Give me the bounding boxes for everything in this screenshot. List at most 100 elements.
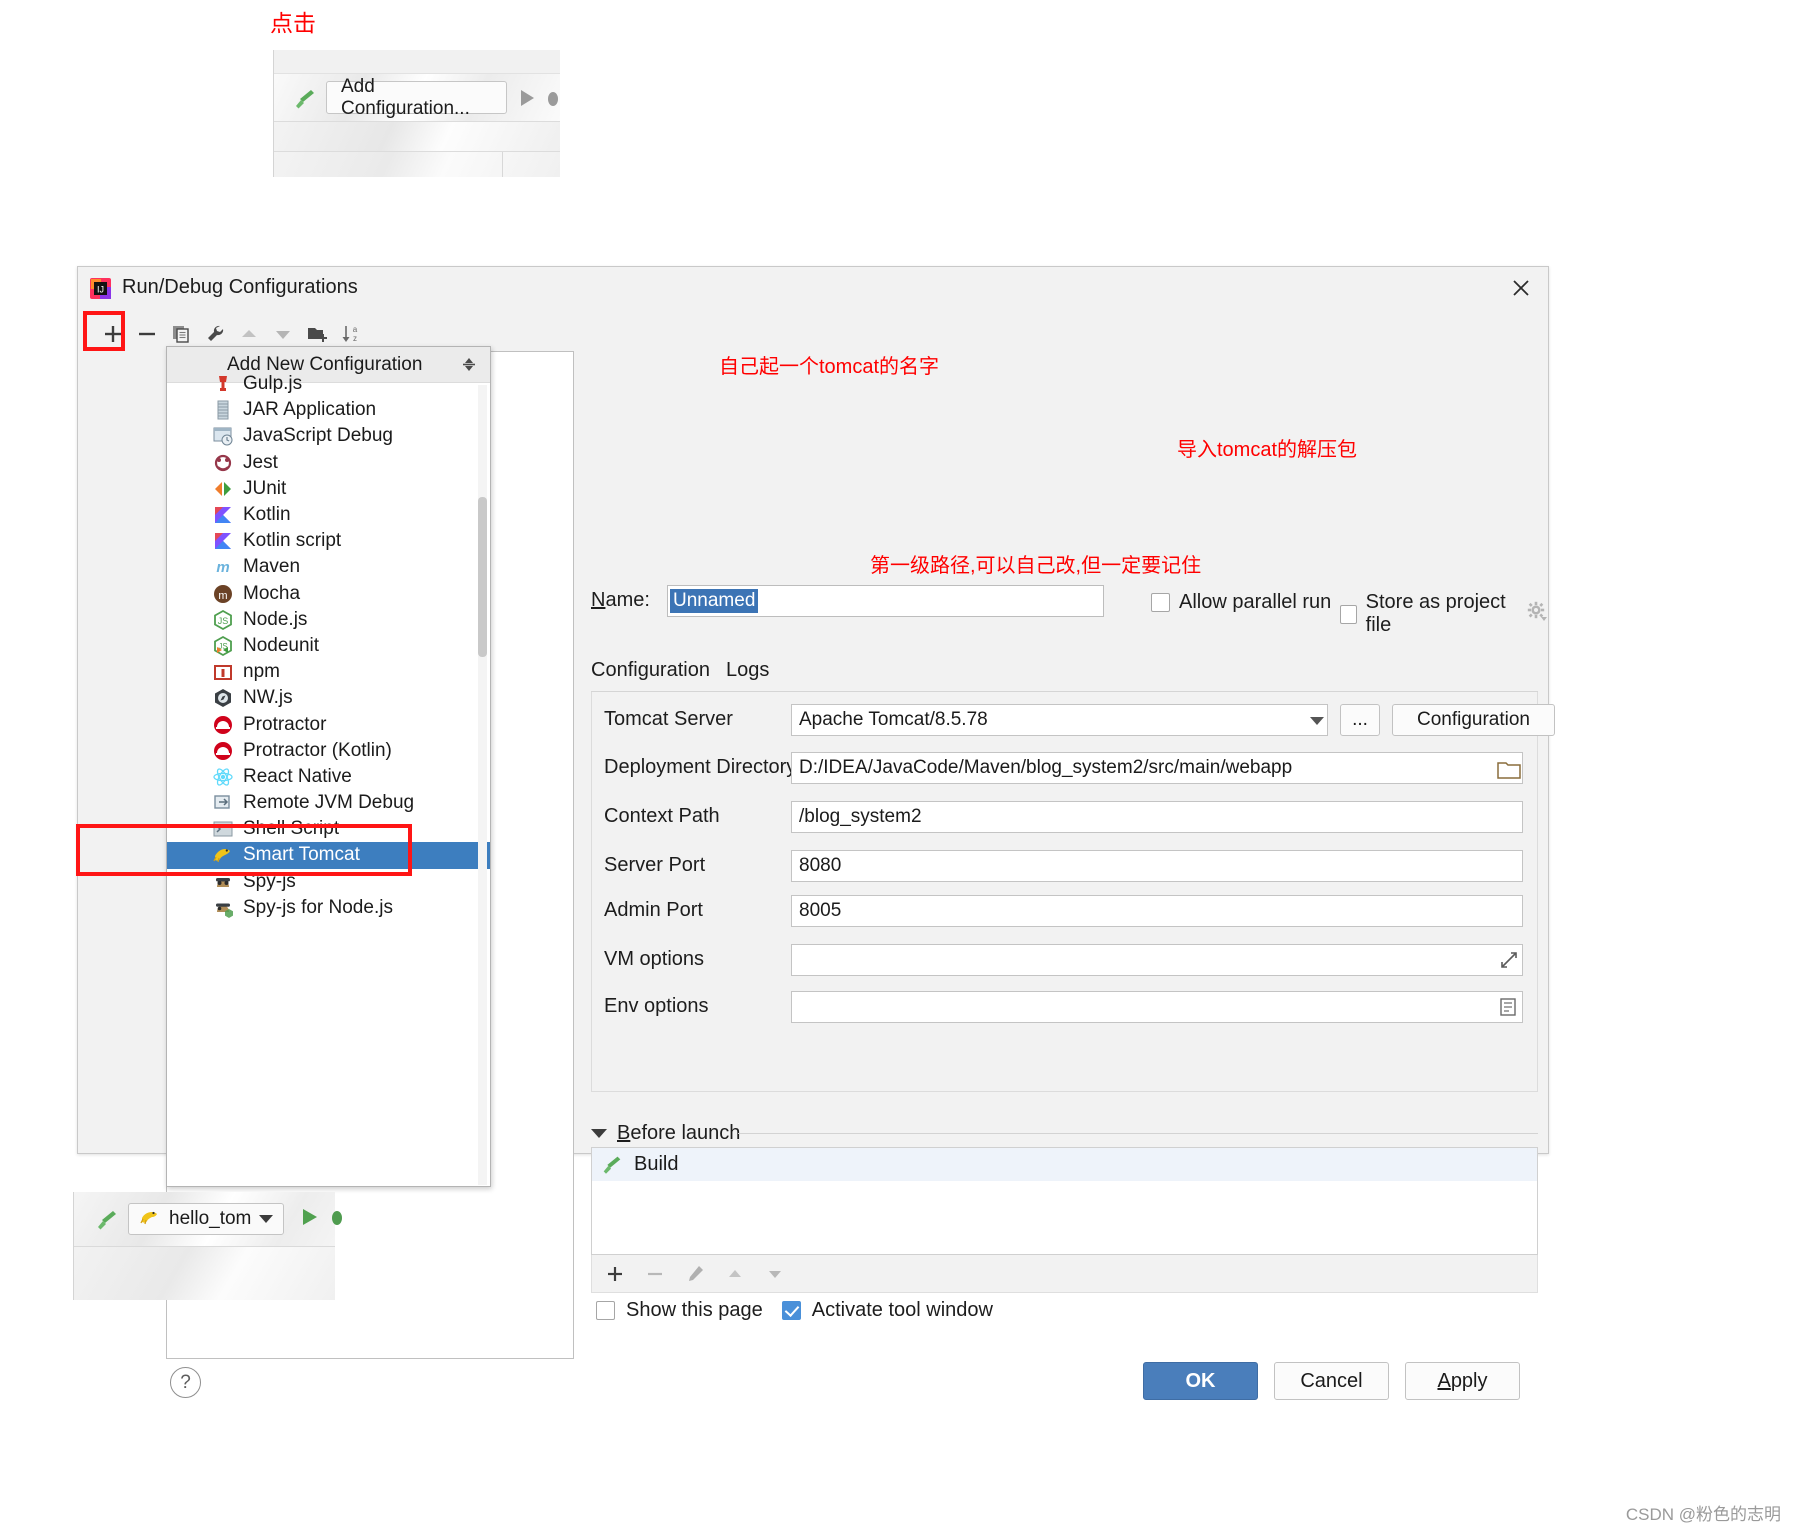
chevron-down-icon[interactable] bbox=[1310, 717, 1324, 725]
cancel-button[interactable]: Cancel bbox=[1274, 1362, 1389, 1400]
dialog-title-bar: IJ Run/Debug Configurations bbox=[78, 267, 1548, 309]
toolbar-band-top bbox=[274, 50, 560, 74]
add-configuration-button[interactable]: Add Configuration... bbox=[326, 76, 507, 119]
configuration-type-item[interactable]: NW.js bbox=[167, 685, 490, 711]
activate-tool-window-checkbox[interactable] bbox=[781, 1301, 801, 1320]
hammer-icon bbox=[94, 1206, 120, 1232]
configuration-type-label: JavaScript Debug bbox=[243, 425, 393, 447]
configuration-type-item[interactable]: JAR Application bbox=[167, 397, 490, 423]
configuration-type-item[interactable]: Smart Tomcat bbox=[167, 842, 490, 869]
configuration-type-item[interactable]: Gulp.js bbox=[167, 371, 490, 397]
configuration-type-item[interactable]: Protractor (Kotlin) bbox=[167, 738, 490, 764]
store-as-project-file-label: Store as project file bbox=[1365, 591, 1506, 636]
tomcat-server-combo[interactable]: Apache Tomcat/8.5.78 bbox=[791, 704, 1328, 736]
configuration-type-label: Protractor bbox=[243, 713, 327, 735]
name-input[interactable]: Unnamed bbox=[667, 585, 1104, 617]
remove-configuration-button[interactable] bbox=[130, 317, 164, 351]
chevron-down-icon[interactable] bbox=[591, 1129, 607, 1138]
before-launch-remove-button[interactable] bbox=[642, 1261, 668, 1287]
configuration-type-list[interactable]: Gulp.js JAR Application JavaScript Debug Je… bbox=[167, 371, 490, 921]
toolbar-separator bbox=[502, 152, 503, 177]
configuration-type-item[interactable]: Jest bbox=[167, 450, 490, 476]
env-options-label: Env options bbox=[604, 995, 709, 1017]
tab-configuration[interactable]: Configuration bbox=[591, 659, 710, 694]
configuration-type-item[interactable]: Spy-js for Node.js bbox=[167, 895, 490, 921]
tomcat-configuration-button[interactable]: Configuration bbox=[1392, 704, 1555, 736]
configuration-type-item[interactable]: m Maven bbox=[167, 554, 490, 580]
nodeunit-icon: JS bbox=[212, 635, 234, 657]
configuration-type-item[interactable]: Spy-js bbox=[167, 869, 490, 895]
before-launch-item-build[interactable]: Build bbox=[592, 1148, 1537, 1181]
configuration-type-label: JUnit bbox=[243, 477, 287, 499]
configuration-type-item[interactable]: JS Node.js bbox=[167, 607, 490, 633]
popup-scrollbar-thumb[interactable] bbox=[478, 497, 487, 657]
gulp-icon bbox=[212, 373, 234, 395]
context-path-input[interactable]: /blog_system2 bbox=[791, 801, 1523, 833]
kotlin-icon bbox=[212, 530, 234, 552]
run-debug-configurations-dialog: IJ Run/Debug Configurations a z Add New … bbox=[77, 266, 1555, 1400]
allow-parallel-run-checkbox[interactable] bbox=[1151, 593, 1170, 612]
svg-text:m: m bbox=[218, 590, 227, 602]
run-configuration-name: hello_tom bbox=[169, 1208, 252, 1229]
env-options-input[interactable] bbox=[791, 991, 1523, 1023]
allow-parallel-run-checkbox-row[interactable]: Allow parallel run bbox=[1151, 591, 1331, 614]
list-edit-icon[interactable] bbox=[1498, 997, 1518, 1022]
configuration-type-item[interactable]: JavaScript Debug bbox=[167, 423, 490, 449]
help-button[interactable]: ? bbox=[170, 1367, 201, 1398]
show-this-page-checkbox[interactable] bbox=[596, 1301, 615, 1320]
bottom-checkboxes: Show this page Activate tool window bbox=[596, 1299, 993, 1322]
ok-button[interactable]: OK bbox=[1143, 1362, 1258, 1400]
configuration-type-label: Spy-js for Node.js bbox=[243, 896, 393, 918]
store-as-project-file-row[interactable]: Store as project file bbox=[1340, 591, 1548, 637]
browse-tomcat-button[interactable]: ... bbox=[1340, 704, 1380, 736]
hammer-icon bbox=[600, 1152, 626, 1178]
remote-debug-icon bbox=[212, 792, 234, 814]
configuration-type-label: Gulp.js bbox=[243, 373, 303, 395]
admin-port-value: 8005 bbox=[799, 900, 842, 921]
admin-port-input[interactable]: 8005 bbox=[791, 895, 1523, 927]
debug-icon[interactable] bbox=[546, 88, 560, 108]
tab-logs[interactable]: Logs bbox=[726, 659, 769, 694]
configuration-type-item[interactable]: Remote JVM Debug bbox=[167, 790, 490, 816]
configuration-type-item[interactable]: npm bbox=[167, 659, 490, 685]
before-launch-add-button[interactable] bbox=[602, 1261, 628, 1287]
close-icon[interactable] bbox=[1508, 275, 1534, 301]
before-launch-header[interactable]: Before launch bbox=[591, 1122, 740, 1145]
configuration-tabs[interactable]: Configuration Logs bbox=[591, 659, 769, 694]
configuration-type-item[interactable]: JS Nodeunit bbox=[167, 633, 490, 659]
server-port-input[interactable]: 8080 bbox=[791, 850, 1523, 882]
folder-icon[interactable] bbox=[1497, 760, 1521, 785]
add-new-configuration-popup[interactable]: Add New Configuration Gulp.js JAR Applica… bbox=[166, 346, 491, 1187]
context-path-label: Context Path bbox=[604, 805, 720, 827]
server-port-label: Server Port bbox=[604, 854, 706, 876]
before-launch-move-up-button[interactable] bbox=[722, 1261, 748, 1287]
before-launch-list[interactable]: Build bbox=[591, 1147, 1538, 1255]
configuration-type-item[interactable]: React Native bbox=[167, 764, 490, 790]
deployment-directory-input[interactable]: D:/IDEA/JavaCode/Maven/blog_system2/src/… bbox=[791, 752, 1523, 784]
debug-icon[interactable] bbox=[328, 1206, 346, 1233]
configuration-type-item[interactable]: m Mocha bbox=[167, 581, 490, 607]
npm-icon bbox=[212, 661, 234, 683]
configuration-type-item[interactable]: Shell Script bbox=[167, 816, 490, 842]
before-launch-edit-pencil-icon[interactable] bbox=[682, 1261, 708, 1287]
store-as-project-file-checkbox[interactable] bbox=[1340, 604, 1357, 624]
maven-icon: m bbox=[212, 556, 234, 578]
shell-icon bbox=[212, 818, 234, 840]
chevron-down-icon[interactable] bbox=[259, 1215, 274, 1223]
vm-options-input[interactable] bbox=[791, 944, 1523, 976]
configuration-type-item[interactable]: Kotlin bbox=[167, 502, 490, 528]
run-icon[interactable] bbox=[521, 89, 534, 106]
add-configuration-toolbar-button[interactable] bbox=[96, 317, 130, 351]
ide-toolbar-snippet-bottom: hello_tom bbox=[73, 1192, 343, 1300]
run-configuration-selector[interactable]: hello_tom bbox=[128, 1203, 285, 1235]
expand-icon[interactable] bbox=[1499, 950, 1519, 975]
gear-icon[interactable] bbox=[1526, 600, 1548, 628]
configuration-type-item[interactable]: Protractor bbox=[167, 711, 490, 737]
run-icon[interactable] bbox=[298, 1206, 320, 1233]
apply-button[interactable]: Apply bbox=[1405, 1362, 1520, 1400]
before-launch-move-down-button[interactable] bbox=[762, 1261, 788, 1287]
configuration-type-item[interactable]: JUnit bbox=[167, 476, 490, 502]
configuration-type-item[interactable]: Kotlin script bbox=[167, 528, 490, 554]
deployment-directory-label: Deployment Directory bbox=[604, 756, 797, 778]
nodejs-icon: JS bbox=[212, 609, 234, 631]
